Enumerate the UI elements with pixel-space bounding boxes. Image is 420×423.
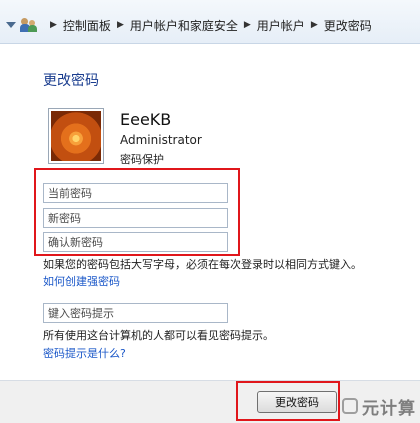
address-bar: ▶ 控制面板 ▶ 用户帐户和家庭安全 ▶ 用户帐户 ▶ 更改密码 [0,0,420,44]
users-icon [20,18,38,32]
user-name: EeeKB [120,110,172,129]
breadcrumb-control-panel[interactable]: 控制面板 [63,17,111,34]
page-title: 更改密码 [43,73,99,89]
confirm-password-input[interactable] [43,232,228,252]
change-password-button[interactable]: 更改密码 [257,391,337,413]
breadcrumb-change-password[interactable]: 更改密码 [324,17,372,34]
chevron-right-icon[interactable]: ▶ [50,20,57,30]
watermark-logo-icon [342,398,358,414]
chevron-right-icon[interactable]: ▶ [311,20,318,30]
what-is-hint-link[interactable]: 密码提示是什么? [43,345,126,361]
flower-avatar-image [51,111,101,161]
new-password-input[interactable] [43,208,228,228]
watermark-text: 元计算 [362,398,416,419]
breadcrumb-user-accounts[interactable]: 用户帐户 [257,17,305,34]
strong-password-link[interactable]: 如何创建强密码 [43,273,120,289]
caps-lock-note: 如果您的密码包括大写字母，必须在每次登录时以相同方式键入。 [43,258,362,271]
breadcrumb: ▶ 控制面板 ▶ 用户帐户和家庭安全 ▶ 用户帐户 ▶ 更改密码 [6,14,416,36]
current-password-input[interactable] [43,183,228,203]
breadcrumb-user-accounts-family[interactable]: 用户帐户和家庭安全 [130,17,238,34]
chevron-right-icon[interactable]: ▶ [244,20,251,30]
watermark: 元计算 [342,393,418,419]
dropdown-arrow-icon[interactable] [6,22,16,28]
hint-visibility-note: 所有使用这台计算机的人都可以看见密码提示。 [43,329,274,342]
user-role: Administrator [120,133,202,147]
avatar [48,108,104,164]
user-status: 密码保护 [120,153,164,166]
chevron-right-icon[interactable]: ▶ [117,20,124,30]
password-hint-input[interactable] [43,303,228,323]
